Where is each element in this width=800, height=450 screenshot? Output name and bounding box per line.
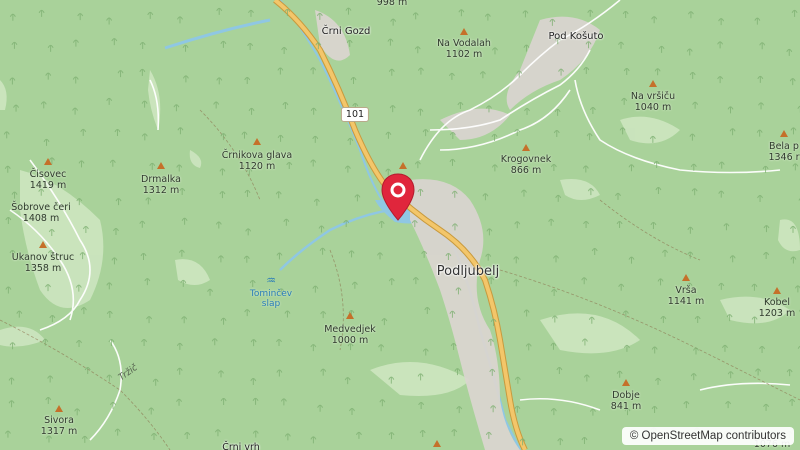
peak-label-drmalka[interactable]: Drmalka 1312 m [141, 174, 181, 196]
peak-icon [55, 405, 63, 412]
map-attribution[interactable]: © OpenStreetMap contributors [621, 427, 794, 445]
peak-icon [773, 287, 781, 294]
village-label-crni-gozd[interactable]: Črni Gozd [322, 26, 371, 37]
peak-label-cisovec[interactable]: Čisovec 1419 m [30, 169, 67, 191]
peak-label-medvedjek[interactable]: Medvedjek 1000 m [324, 324, 376, 346]
town-label-podljubelj[interactable]: Podljubelj [437, 264, 500, 279]
peak-label-vrsa[interactable]: Vrša 1141 m [668, 285, 704, 307]
peak-icon [649, 80, 657, 87]
road-shield-101: 101 [340, 107, 370, 122]
peak-label-crnikova-glava[interactable]: Črnikova glava 1120 m [222, 150, 292, 172]
peak-icon [399, 162, 407, 169]
peak-label-sivora[interactable]: Sivora 1317 m [41, 415, 77, 437]
peak-icon [253, 138, 261, 145]
peak-label-bela-p[interactable]: Bela p 1346 r [768, 141, 799, 163]
peak-label-sobrove-ceri[interactable]: Šobrove čeri 1408 m [11, 202, 70, 224]
partial-label-crni-vrh: Črni vrh [222, 442, 260, 450]
peak-label-dobje[interactable]: Dobje 841 m [611, 390, 641, 412]
map-base-layer [0, 0, 800, 450]
peak-icon [346, 312, 354, 319]
peak-icon [433, 440, 441, 447]
peak-label-ukanov-struc[interactable]: Ukanov štruc 1358 m [12, 252, 74, 274]
peak-icon [682, 274, 690, 281]
peak-icon [522, 144, 530, 151]
peak-icon [39, 241, 47, 248]
peak-label-na-vodalah[interactable]: Na Vodalah 1102 m [437, 38, 491, 60]
peak-label-na-vrsicu[interactable]: Na vršiču 1040 m [631, 91, 675, 113]
peak-label-krogovnek[interactable]: Krogovnek 866 m [501, 154, 552, 176]
peak-icon [780, 130, 788, 137]
peak-icon [157, 162, 165, 169]
peak-icon [460, 28, 468, 35]
location-marker-icon[interactable] [380, 172, 416, 224]
peak-label-998[interactable]: 998 m [377, 0, 407, 8]
peak-label-kobel[interactable]: Kobel 1203 m [759, 297, 795, 319]
peak-icon [622, 379, 630, 386]
map-canvas[interactable]: 101 Podljubelj Črni Gozd Pod Košuto 998 … [0, 0, 800, 450]
peak-icon [44, 158, 52, 165]
waterfall-label[interactable]: Tominčev slap [241, 289, 301, 309]
waterfall-icon: ♒ [266, 274, 276, 287]
village-label-pod-kosuto[interactable]: Pod Košuto [548, 31, 603, 42]
